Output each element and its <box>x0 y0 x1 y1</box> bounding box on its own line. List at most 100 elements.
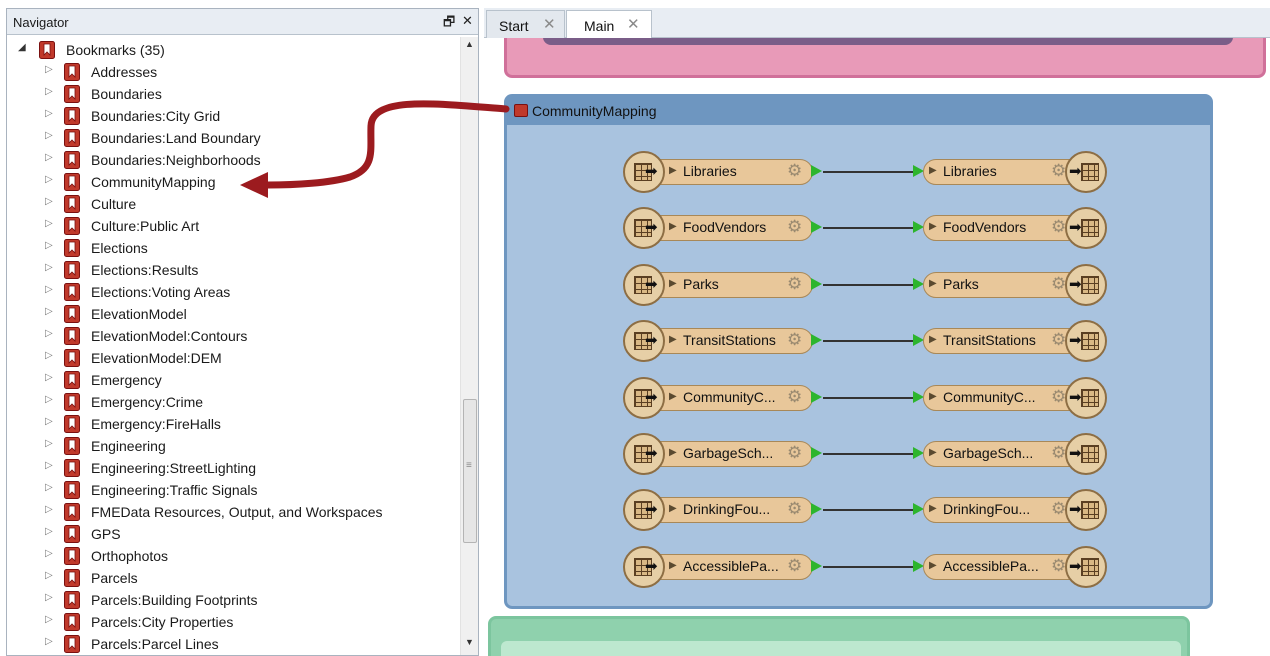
tree-item[interactable]: ▷ Engineering <box>7 435 459 457</box>
writer-feature-type[interactable]: ▶ TransitStations ⚙ ➡ <box>913 320 1107 363</box>
reader-feature-type[interactable]: ➡ ▶ GarbageSch... ⚙ <box>623 433 823 475</box>
collapsed-triangle-icon[interactable]: ▷ <box>45 284 53 295</box>
tree-root-bookmarks[interactable]: ◢ Bookmarks (35) <box>7 39 459 61</box>
collapsed-triangle-icon[interactable]: ▷ <box>45 262 53 273</box>
gear-icon[interactable]: ⚙ <box>787 274 802 294</box>
gear-icon[interactable]: ⚙ <box>787 556 802 576</box>
output-port[interactable] <box>811 390 822 403</box>
tree-item[interactable]: ▷ Boundaries:City Grid <box>7 105 459 127</box>
reader-feature-type[interactable]: ➡ ▶ TransitStations ⚙ <box>623 320 823 363</box>
tree-item[interactable]: ▷ GPS <box>7 523 459 545</box>
tree-item[interactable]: ▷ Engineering:StreetLighting <box>7 457 459 479</box>
collapsed-triangle-icon[interactable]: ▷ <box>45 196 53 207</box>
expand-attributes-icon[interactable]: ▶ <box>929 278 937 289</box>
expand-attributes-icon[interactable]: ▶ <box>929 165 937 176</box>
collapsed-triangle-icon[interactable]: ▷ <box>45 372 53 383</box>
scrollbar-thumb[interactable]: ≡ <box>463 399 477 543</box>
output-port[interactable] <box>811 165 822 177</box>
reader-feature-type[interactable]: ➡ ▶ DrinkingFou... ⚙ <box>623 489 823 532</box>
connection-line[interactable] <box>823 171 915 173</box>
collapsed-triangle-icon[interactable]: ▷ <box>45 240 53 251</box>
expand-attributes-icon[interactable]: ▶ <box>669 447 677 458</box>
expand-attributes-icon[interactable]: ▶ <box>929 334 937 345</box>
writer-feature-type[interactable]: ▶ CommunityC... ⚙ ➡ <box>913 376 1107 419</box>
gear-icon[interactable]: ⚙ <box>787 499 802 519</box>
collapsed-triangle-icon[interactable]: ▷ <box>45 636 53 647</box>
tree-item[interactable]: ▷ Elections:Voting Areas <box>7 281 459 303</box>
collapsed-triangle-icon[interactable]: ▷ <box>45 570 53 581</box>
gear-icon[interactable]: ⚙ <box>787 387 802 407</box>
expand-attributes-icon[interactable]: ▶ <box>929 391 937 402</box>
gear-icon[interactable]: ⚙ <box>787 161 802 181</box>
collapsed-triangle-icon[interactable]: ▷ <box>45 328 53 339</box>
collapsed-triangle-icon[interactable]: ▷ <box>45 592 53 603</box>
bookmark-pink[interactable] <box>504 38 1266 78</box>
expand-attributes-icon[interactable]: ▶ <box>929 560 937 571</box>
connection-line[interactable] <box>823 396 915 399</box>
output-port[interactable] <box>811 447 822 459</box>
connection-line[interactable] <box>823 227 915 230</box>
collapsed-triangle-icon[interactable]: ▷ <box>45 460 53 471</box>
expand-attributes-icon[interactable]: ▶ <box>669 503 677 514</box>
bookmark-green[interactable] <box>488 616 1190 656</box>
tree-item[interactable]: ▷ Emergency <box>7 369 459 391</box>
gear-icon[interactable]: ⚙ <box>787 443 802 463</box>
vertical-scrollbar[interactable]: ▲ ≡ ▼ <box>460 37 478 655</box>
collapsed-triangle-icon[interactable]: ▷ <box>45 350 53 361</box>
collapsed-triangle-icon[interactable]: ▷ <box>45 614 53 625</box>
gear-icon[interactable]: ⚙ <box>1051 161 1066 181</box>
tab-main[interactable]: Main ✕ <box>566 10 652 39</box>
bookmark-community-mapping[interactable]: CommunityMapping ➡ ▶ Libraries ⚙ ▶ Libraries ⚙… <box>504 94 1213 609</box>
writer-feature-type[interactable]: ▶ GarbageSch... ⚙ ➡ <box>913 433 1107 475</box>
tree-item[interactable]: ▷ Culture:Public Art <box>7 215 459 237</box>
gear-icon[interactable]: ⚙ <box>1051 387 1066 407</box>
writer-feature-type[interactable]: ▶ FoodVendors ⚙ ➡ <box>913 207 1107 250</box>
collapsed-triangle-icon[interactable]: ▷ <box>45 416 53 427</box>
tree-item[interactable]: ▷ Engineering:Traffic Signals <box>7 479 459 501</box>
collapsed-triangle-icon[interactable]: ▷ <box>45 548 53 559</box>
connection-line[interactable] <box>823 340 915 343</box>
tree-item[interactable]: ▷ Orthophotos <box>7 545 459 567</box>
workspace-canvas[interactable]: CommunityMapping ➡ ▶ Libraries ⚙ ▶ Libraries ⚙… <box>484 38 1270 656</box>
tree-item[interactable]: ▷ ElevationModel:DEM <box>7 347 459 369</box>
gear-icon[interactable]: ⚙ <box>1051 499 1066 519</box>
float-panel-icon[interactable]: 🗗 <box>443 13 455 35</box>
expand-attributes-icon[interactable]: ▶ <box>669 334 677 345</box>
connection-line[interactable] <box>823 509 915 512</box>
tree-item[interactable]: ▷ Culture <box>7 193 459 215</box>
expand-attributes-icon[interactable]: ▶ <box>929 503 937 514</box>
tree-item[interactable]: ▷ ElevationModel <box>7 303 459 325</box>
output-port[interactable] <box>811 503 822 516</box>
tree-item[interactable]: ▷ Boundaries:Land Boundary <box>7 127 459 149</box>
connection-line[interactable] <box>823 283 915 286</box>
tab-main-close-icon[interactable]: ✕ <box>627 15 640 33</box>
tree-item[interactable]: ▷ Boundaries <box>7 83 459 105</box>
tree-item[interactable]: ▷ Parcels:Parcel Lines <box>7 633 459 655</box>
tree-item[interactable]: ▷ Elections <box>7 237 459 259</box>
collapsed-triangle-icon[interactable]: ▷ <box>45 174 53 185</box>
expand-attributes-icon[interactable]: ▶ <box>929 447 937 458</box>
gear-icon[interactable]: ⚙ <box>1051 443 1066 463</box>
output-port[interactable] <box>811 221 822 234</box>
tree-item[interactable]: ▷ Elections:Results <box>7 259 459 281</box>
collapsed-triangle-icon[interactable]: ▷ <box>45 218 53 229</box>
close-panel-icon[interactable]: ✕ <box>462 13 473 29</box>
expand-attributes-icon[interactable]: ▶ <box>669 221 677 232</box>
tree-item[interactable]: ▷ Boundaries:Neighborhoods <box>7 149 459 171</box>
reader-feature-type[interactable]: ➡ ▶ Libraries ⚙ <box>623 151 823 193</box>
collapsed-triangle-icon[interactable]: ▷ <box>45 86 53 97</box>
writer-feature-type[interactable]: ▶ Libraries ⚙ ➡ <box>913 151 1107 193</box>
gear-icon[interactable]: ⚙ <box>1051 556 1066 576</box>
gear-icon[interactable]: ⚙ <box>787 330 802 350</box>
connection-line[interactable] <box>823 453 915 455</box>
tab-start-close-icon[interactable]: ✕ <box>543 15 556 33</box>
tree-item[interactable]: ▷ Parcels:City Properties <box>7 611 459 633</box>
collapsed-triangle-icon[interactable]: ▷ <box>45 438 53 449</box>
collapsed-triangle-icon[interactable]: ▷ <box>45 394 53 405</box>
output-port[interactable] <box>811 559 822 572</box>
tab-start[interactable]: Start ✕ <box>486 10 565 38</box>
gear-icon[interactable]: ⚙ <box>1051 274 1066 294</box>
gear-icon[interactable]: ⚙ <box>1051 330 1066 350</box>
collapsed-triangle-icon[interactable]: ▷ <box>45 306 53 317</box>
tree-item[interactable]: ▷ Emergency:Crime <box>7 391 459 413</box>
